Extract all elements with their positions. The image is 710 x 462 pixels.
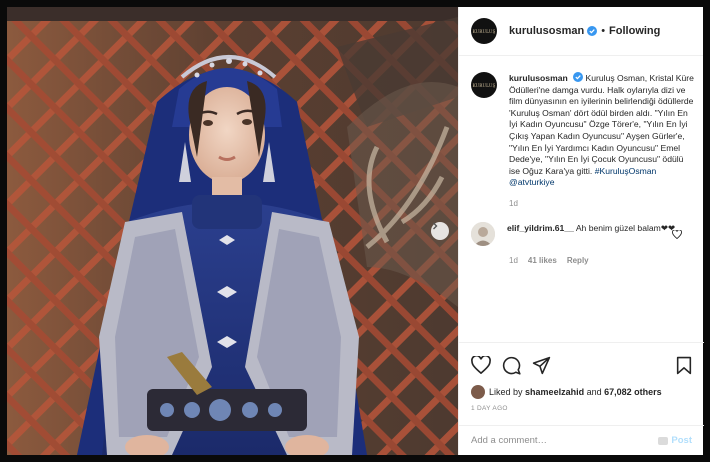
caption-body: Kuruluş Osman, Kristal Küre Ödülleri'ne …	[509, 73, 694, 176]
caption-text: kurulusosman Kuruluş Osman, Kristal Küre…	[509, 72, 694, 189]
next-photo-button[interactable]	[431, 222, 449, 240]
likes-prefix: Liked by	[489, 387, 523, 397]
liker-username[interactable]: shameelzahid	[525, 387, 584, 397]
post-actions: Liked by shameelzahid and 67,082 others …	[459, 342, 704, 412]
comment-reply-button[interactable]: Reply	[567, 256, 589, 265]
post-button-label: Post	[671, 435, 692, 446]
next-arrow-icon	[433, 222, 438, 230]
post-modal: KURULUŞ kurulusosman • Following KURULUŞ…	[7, 7, 704, 455]
bookmark-icon[interactable]	[676, 356, 692, 375]
commenter-avatar[interactable]	[471, 221, 495, 246]
add-comment-bar: Post	[459, 425, 704, 455]
screenshot-frame: KURULUŞ kurulusosman • Following KURULUŞ…	[0, 0, 710, 462]
likes-count[interactable]: 67,082 others	[604, 387, 662, 397]
action-icons	[471, 353, 692, 377]
post-photo[interactable]	[7, 7, 458, 455]
commenter-avatar-image	[471, 221, 495, 246]
caption-hashtag[interactable]: #KuruluşOsman	[595, 166, 657, 176]
post-timestamp[interactable]: 1 DAY AGO	[471, 405, 692, 412]
comment-text: elif_yildrim.61__ Ah benim güzel balam❤❤	[507, 222, 682, 246]
comment-body: Ah benim güzel balam❤❤	[575, 222, 676, 233]
caption-avatar-logo-text: KURULUŞ	[472, 82, 496, 88]
caption-avatar[interactable]: KURULUŞ	[471, 72, 497, 98]
verified-badge-icon	[587, 26, 598, 36]
following-button[interactable]: Following	[609, 25, 660, 37]
post-comment-button[interactable]: Post	[658, 435, 692, 446]
caption: KURULUŞ kurulusosman Kuruluş Osman, Kris…	[471, 72, 694, 189]
comments-scroll-area[interactable]: KURULUŞ kurulusosman Kuruluş Osman, Kris…	[459, 57, 704, 337]
header-separator: •	[601, 25, 606, 37]
avatar-logo-text: KURULUŞ	[472, 28, 496, 34]
grip-icon	[658, 436, 669, 445]
share-icon[interactable]	[532, 356, 551, 375]
post-side-panel: KURULUŞ kurulusosman • Following KURULUŞ…	[458, 7, 704, 455]
verified-badge-icon	[573, 72, 584, 82]
account-avatar[interactable]: KURULUŞ	[471, 18, 497, 44]
liker-avatar[interactable]	[471, 385, 485, 399]
comment-meta: 1d 41 likes Reply	[509, 256, 694, 265]
comment-like-heart-icon[interactable]	[672, 229, 682, 239]
caption-time[interactable]: 1d	[509, 199, 694, 208]
comment-icon[interactable]	[502, 356, 521, 375]
comment-likes[interactable]: 41 likes	[528, 256, 557, 265]
caption-username[interactable]: kurulusosman	[509, 73, 568, 83]
heart-icon[interactable]	[471, 356, 491, 374]
post-header: KURULUŞ kurulusosman • Following	[459, 7, 703, 56]
photo-illustration	[7, 7, 458, 455]
commenter-username[interactable]: elif_yildrim.61__	[507, 223, 574, 233]
caption-mention[interactable]: @atvturkiye	[509, 177, 555, 187]
likes-summary: Liked by shameelzahid and 67,082 others	[471, 385, 692, 399]
add-comment-input[interactable]	[471, 435, 659, 446]
comment-time[interactable]: 1d	[509, 256, 518, 265]
comment-item: elif_yildrim.61__ Ah benim güzel balam❤❤	[471, 221, 694, 246]
likes-middle: and	[586, 387, 602, 397]
header-username[interactable]: kurulusosman	[509, 25, 584, 37]
